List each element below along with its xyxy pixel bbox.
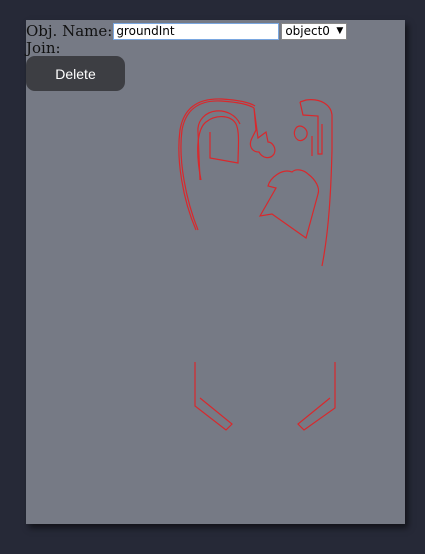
editor-panel: Obj. Name: object0 ▼ Join: Delete bbox=[26, 20, 405, 524]
upper-bumper[interactable] bbox=[249, 107, 276, 159]
left-outer-rail[interactable] bbox=[180, 100, 255, 231]
right-lane-knob[interactable] bbox=[293, 125, 308, 142]
right-flipper-guide[interactable] bbox=[297, 362, 336, 431]
inner-arch[interactable] bbox=[197, 116, 240, 181]
center-kicker[interactable] bbox=[258, 169, 320, 239]
left-flipper-guide[interactable] bbox=[194, 362, 233, 431]
left-outer-rail-inner[interactable] bbox=[178, 98, 256, 231]
right-lane-inner[interactable] bbox=[299, 101, 323, 155]
drawing-canvas[interactable] bbox=[26, 20, 405, 524]
